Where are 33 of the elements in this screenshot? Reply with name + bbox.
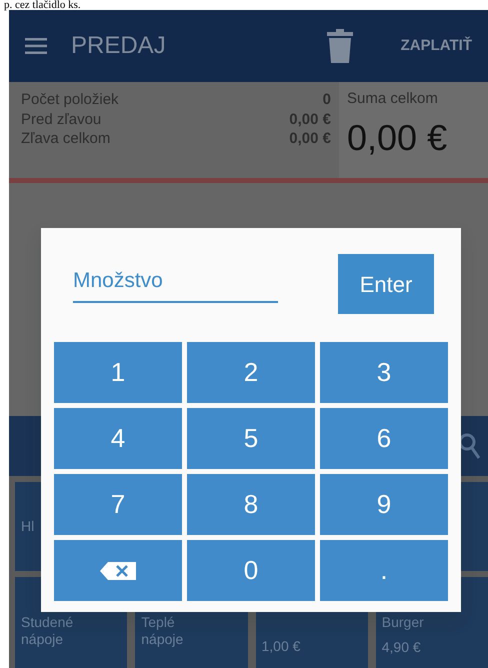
screen-title: PREDAJ xyxy=(71,31,166,61)
tile-label: Studené nápoje xyxy=(21,614,74,648)
summary-label: Zľava celkom xyxy=(21,129,110,148)
key-button[interactable]: 4 xyxy=(54,408,182,469)
key-button[interactable]: 2 xyxy=(187,342,315,403)
tile-price: 1,00 € xyxy=(262,638,300,655)
backspace-button[interactable] xyxy=(54,540,182,601)
total-amount: 0,00 € xyxy=(347,116,448,160)
summary-label: Počet položiek xyxy=(21,90,119,110)
enter-button[interactable]: Enter xyxy=(338,254,434,314)
pay-button[interactable]: ZAPLATIŤ xyxy=(400,34,472,58)
summary-value: 0,00 € xyxy=(289,110,331,129)
tile-label: Teplé nápoje xyxy=(141,614,184,648)
key-button[interactable]: 1 xyxy=(54,342,182,403)
quantity-field[interactable]: Množstvo xyxy=(73,265,278,303)
backspace-icon xyxy=(100,562,136,580)
tile-label: Burger xyxy=(382,614,424,631)
trash-icon[interactable] xyxy=(326,29,353,63)
key-button[interactable]: . xyxy=(320,540,448,601)
document-text: p. cez tlačidlo ks. xyxy=(3,0,82,10)
key-button[interactable]: 9 xyxy=(320,474,448,535)
key-button[interactable]: 6 xyxy=(320,408,448,469)
menu-icon[interactable] xyxy=(25,38,47,54)
total-label: Suma celkom xyxy=(347,89,439,109)
key-button[interactable]: 5 xyxy=(187,408,315,469)
key-button[interactable]: 0 xyxy=(187,540,315,601)
key-button[interactable]: 3 xyxy=(320,342,448,403)
tile-label: Hl xyxy=(21,518,34,535)
summary-value: 0,00 € xyxy=(289,129,331,148)
key-button[interactable]: 7 xyxy=(54,474,182,535)
tile-price: 4,90 € xyxy=(382,638,421,656)
search-icon[interactable] xyxy=(458,433,480,459)
key-button[interactable]: 8 xyxy=(187,474,315,535)
